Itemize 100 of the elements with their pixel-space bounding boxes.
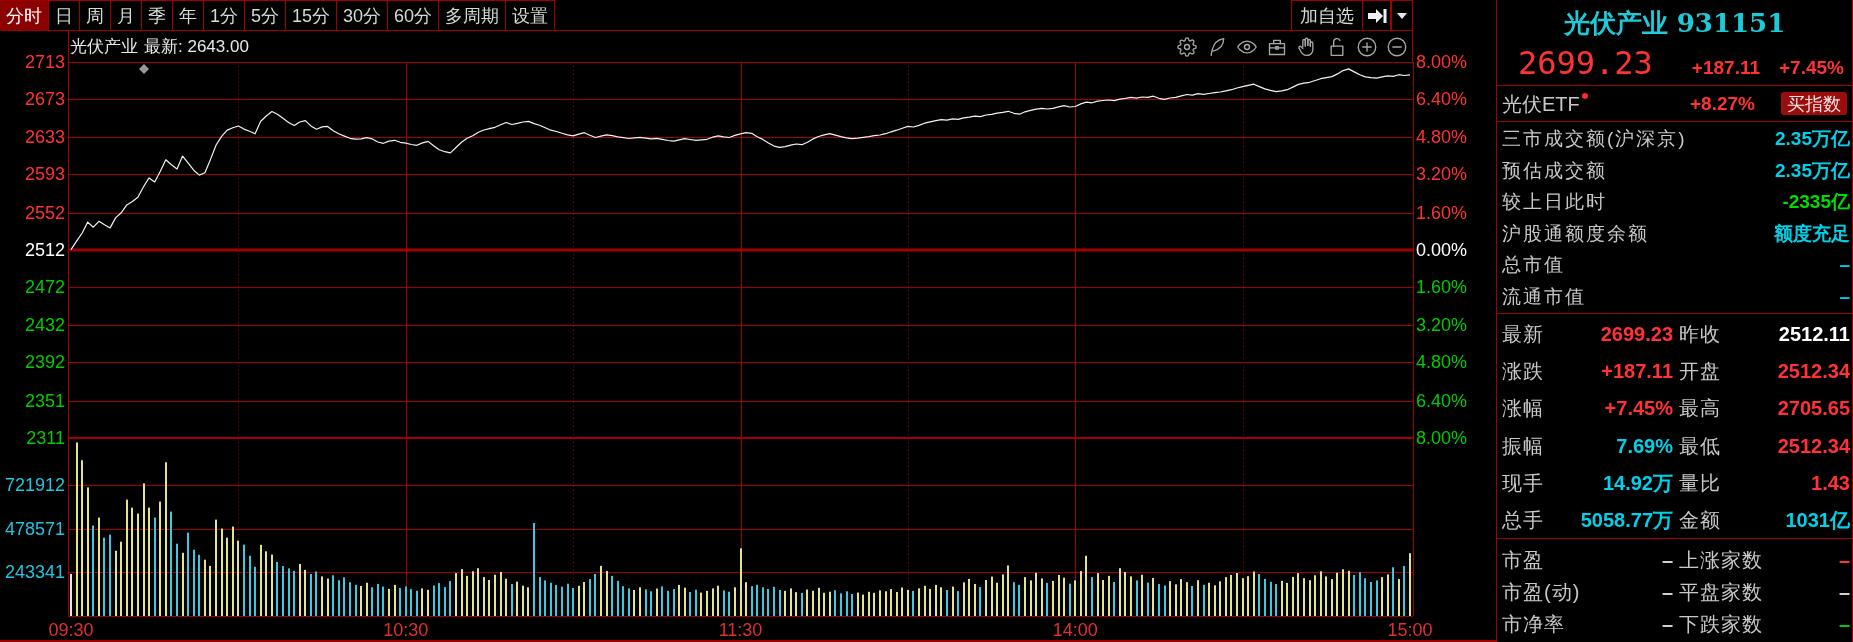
price-axis-label: 2713 bbox=[24, 52, 65, 72]
time-axis-label: 15:00 bbox=[1387, 620, 1433, 640]
time-axis-label: 10:30 bbox=[383, 620, 429, 640]
quote-value: 14.92万 bbox=[1602, 472, 1673, 493]
period-tab[interactable]: 周 bbox=[80, 0, 111, 30]
quote-label: 涨幅 bbox=[1502, 398, 1544, 419]
percent-axis-label: 6.40% bbox=[1416, 89, 1468, 110]
stat-value: – bbox=[1839, 286, 1850, 306]
quote-label: 总手 bbox=[1502, 510, 1544, 531]
quote-value: – bbox=[1838, 582, 1850, 602]
stat-value: 2.35万亿 bbox=[1775, 129, 1850, 149]
price-axis-label: 2311 bbox=[26, 428, 65, 448]
volume-axis-label: 478571 bbox=[4, 519, 65, 540]
time-axis-label: 09:30 bbox=[48, 620, 94, 640]
quote-value: +7.45% bbox=[1604, 398, 1673, 419]
period-tab[interactable]: 日 bbox=[49, 0, 80, 30]
period-tab[interactable]: 60分 bbox=[388, 0, 440, 30]
stat-value: 2.35万亿 bbox=[1775, 160, 1850, 180]
etf-name: 光伏ETF bbox=[1502, 93, 1580, 114]
percent-axis-label: 0.00% bbox=[1416, 240, 1468, 260]
period-tab[interactable]: 15分 bbox=[286, 0, 338, 30]
percent-change: +7.45% bbox=[1779, 58, 1844, 77]
quote-value: 7.69% bbox=[1616, 435, 1673, 456]
quote-label: 市盈 bbox=[1502, 550, 1544, 570]
quote-label: 最高 bbox=[1679, 398, 1721, 419]
buy-index-button[interactable]: 买指数 bbox=[1781, 92, 1847, 115]
price-axis-label: 2673 bbox=[24, 89, 65, 110]
hand-icon[interactable] bbox=[1297, 36, 1317, 57]
index-title: 光伏产业 931151 bbox=[1563, 10, 1786, 36]
latest-price: 最新: 2643.00 bbox=[144, 38, 249, 55]
quote-value: +187.11 bbox=[1601, 360, 1673, 381]
stat-label: 沪股通额度余额 bbox=[1502, 223, 1649, 243]
price-axis-label: 2392 bbox=[24, 352, 65, 373]
quote-label: 现手 bbox=[1502, 472, 1544, 493]
quote-label: 市净率 bbox=[1502, 614, 1565, 634]
quote-value: 1.43 bbox=[1811, 472, 1850, 493]
stat-label: 流通市值 bbox=[1502, 286, 1586, 306]
quote-label: 下跌家数 bbox=[1679, 614, 1763, 634]
settings-icon[interactable] bbox=[1177, 36, 1197, 57]
quote-label: 最新 bbox=[1502, 323, 1544, 344]
percent-axis-label: 1.60% bbox=[1416, 202, 1468, 223]
percent-axis-label: 3.20% bbox=[1416, 314, 1468, 335]
quote-value: – bbox=[1661, 614, 1673, 634]
percent-axis-label: 3.20% bbox=[1416, 164, 1468, 185]
period-tab[interactable]: 年 bbox=[173, 0, 204, 30]
price-axis-label: 2351 bbox=[24, 390, 65, 411]
percent-axis-label: 6.40% bbox=[1416, 390, 1468, 411]
dropdown-button[interactable] bbox=[1391, 0, 1413, 30]
period-tab[interactable]: 设置 bbox=[506, 0, 556, 30]
add-to-watchlist-button[interactable]: 加自选 bbox=[1291, 0, 1363, 30]
quote-value: – bbox=[1838, 550, 1850, 570]
zoom-in-icon[interactable] bbox=[1357, 36, 1377, 57]
price-axis-label: 2593 bbox=[24, 164, 65, 185]
period-tab[interactable]: 季 bbox=[142, 0, 173, 30]
index-name: 光伏产业 bbox=[69, 38, 138, 55]
stat-value: – bbox=[1839, 255, 1850, 275]
stat-label: 三市成交额(沪深京) bbox=[1502, 129, 1687, 149]
price-axis-label: 2552 bbox=[24, 202, 65, 223]
quote-label: 量比 bbox=[1679, 472, 1721, 493]
price-axis-label: 2472 bbox=[24, 277, 65, 298]
period-tab[interactable]: 1分 bbox=[204, 0, 245, 30]
quote-value: 2512.34 bbox=[1777, 435, 1850, 456]
price-axis-label: 2633 bbox=[24, 126, 65, 147]
quote-label: 最低 bbox=[1679, 435, 1721, 456]
quote-label: 涨跌 bbox=[1502, 360, 1544, 381]
etf-change: +8.27% bbox=[1690, 94, 1755, 113]
arrow-button[interactable] bbox=[1363, 0, 1391, 30]
period-tab[interactable]: 5分 bbox=[245, 0, 287, 30]
time-axis-label: 14:00 bbox=[1052, 620, 1098, 640]
period-tab[interactable]: 月 bbox=[111, 0, 142, 30]
quote-label: 平盘家数 bbox=[1679, 582, 1763, 602]
quote-value: 2512.34 bbox=[1777, 360, 1850, 381]
stat-label: 预估成交额 bbox=[1502, 160, 1607, 180]
price-axis-label: 2432 bbox=[24, 314, 65, 335]
zoom-out-icon[interactable] bbox=[1387, 36, 1407, 57]
arrow-to-bar-icon bbox=[1366, 6, 1387, 25]
diamond-marker-icon bbox=[139, 64, 149, 74]
time-axis-label: 11:30 bbox=[718, 620, 763, 640]
quote-value: – bbox=[1661, 582, 1673, 602]
quote-value: 2699.23 bbox=[1600, 323, 1673, 344]
period-tab[interactable]: 30分 bbox=[337, 0, 389, 30]
period-tab[interactable]: 分时 bbox=[0, 0, 49, 30]
stat-value: -2335亿 bbox=[1782, 192, 1850, 212]
stat-label: 较上日此时 bbox=[1502, 192, 1607, 212]
quote-value: 5058.77万 bbox=[1580, 510, 1673, 531]
stat-label: 总市值 bbox=[1502, 255, 1565, 275]
last-price: 2699.23 bbox=[1518, 47, 1653, 79]
volume-axis-label: 243341 bbox=[4, 561, 65, 582]
quote-value: – bbox=[1838, 614, 1850, 634]
price-axis-label: 2512 bbox=[24, 240, 65, 260]
quote-value: 1031亿 bbox=[1785, 510, 1850, 531]
percent-axis-label: 4.80% bbox=[1416, 126, 1468, 147]
price-change: +187.11 bbox=[1691, 58, 1760, 77]
quote-label: 金额 bbox=[1679, 510, 1721, 531]
quote-label: 市盈(动) bbox=[1502, 582, 1581, 602]
quote-value: 2705.65 bbox=[1777, 398, 1850, 419]
percent-axis-label: 8.00% bbox=[1416, 428, 1468, 448]
period-tab[interactable]: 多周期 bbox=[439, 0, 507, 30]
quote-label: 上涨家数 bbox=[1679, 550, 1763, 570]
percent-axis-label: 8.00% bbox=[1416, 52, 1468, 72]
